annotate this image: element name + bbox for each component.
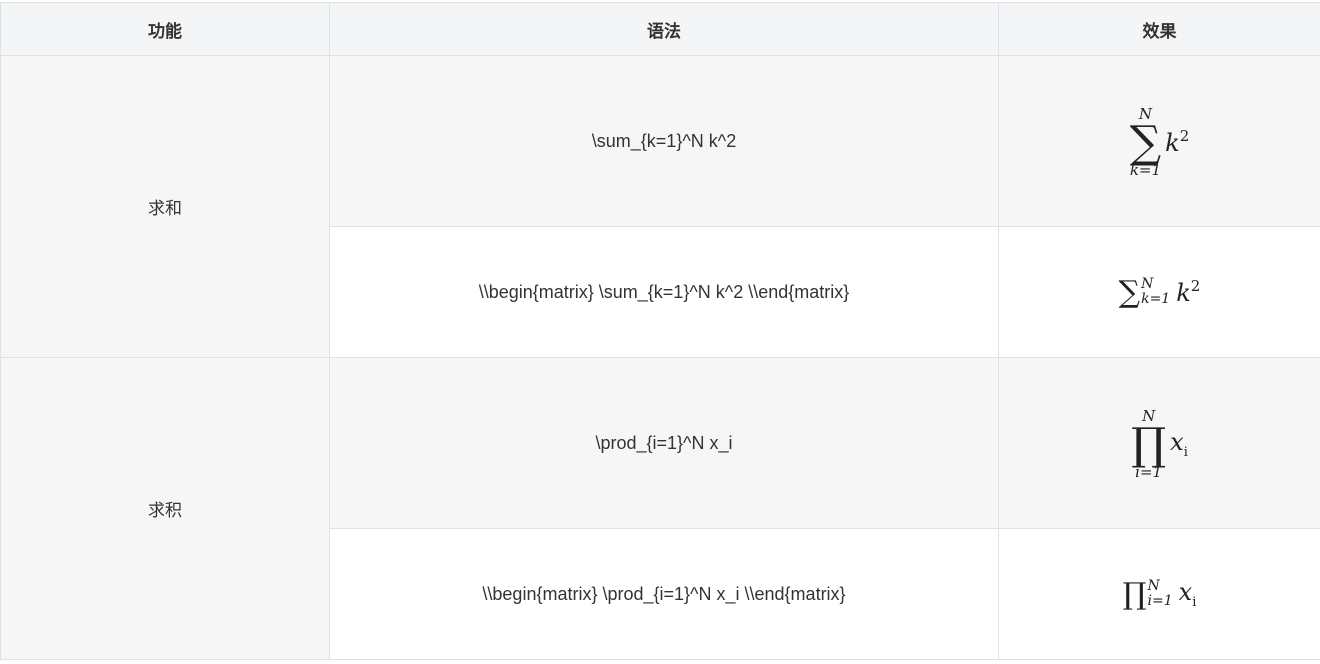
header-feature: 功能 bbox=[0, 2, 330, 56]
sum-operator: ∑ bbox=[1129, 116, 1162, 168]
subscript: i bbox=[1192, 595, 1197, 610]
limits: N i=1 bbox=[1148, 579, 1173, 608]
effect-cell: ∑ N k=1 k2 bbox=[998, 226, 1320, 358]
syntax-cell: \\begin{matrix} \prod_{i=1}^N x_i \\end{… bbox=[329, 528, 999, 660]
summand: k2 bbox=[1165, 127, 1189, 157]
inline-sum-formula: ∑ N k=1 k2 bbox=[1119, 275, 1201, 310]
syntax-cell: \\begin{matrix} \sum_{k=1}^N k^2 \\end{m… bbox=[329, 226, 999, 358]
exponent: 2 bbox=[1190, 277, 1201, 295]
table-row: 求和 \sum_{k=1}^N k^2 N ∑ k=1 k2 bbox=[0, 55, 1320, 358]
header-syntax: 语法 bbox=[329, 2, 999, 56]
inline-product-formula: ∏ N i=1 xi bbox=[1123, 577, 1197, 612]
feature-cell-sum: 求和 bbox=[0, 55, 330, 358]
product-operator: ∏ bbox=[1122, 576, 1147, 612]
subscript: i bbox=[1183, 445, 1188, 461]
table-row: 求积 \prod_{i=1}^N x_i N ∏ i=1 xi bbox=[0, 357, 1320, 660]
factor: xi bbox=[1170, 428, 1188, 460]
upper-limit: N bbox=[1141, 276, 1154, 293]
display-sum-formula: N ∑ k=1 k2 bbox=[1129, 106, 1190, 180]
summand: k2 bbox=[1176, 277, 1200, 307]
term-var: k bbox=[1165, 129, 1180, 158]
formula-table: 功能 语法 效果 求和 \sum_{k=1}^N k^2 N ∑ k=1 k2 bbox=[0, 2, 1320, 660]
factor: xi bbox=[1179, 578, 1197, 610]
lower-limit: i=1 bbox=[1147, 593, 1173, 609]
exponent: 2 bbox=[1179, 127, 1190, 146]
display-product-formula: N ∏ i=1 xi bbox=[1131, 408, 1188, 482]
upper-limit: N bbox=[1147, 578, 1160, 595]
product-operator: ∏ bbox=[1131, 418, 1167, 470]
lower-limit: k=1 bbox=[1129, 161, 1162, 180]
effect-cell: N ∑ k=1 k2 bbox=[998, 55, 1320, 227]
syntax-cell: \sum_{k=1}^N k^2 bbox=[329, 55, 999, 227]
lower-limit: k=1 bbox=[1141, 291, 1171, 307]
sum-operator: ∑ bbox=[1118, 274, 1141, 310]
effect-cell: N ∏ i=1 xi bbox=[998, 357, 1320, 529]
lower-limit: i=1 bbox=[1135, 463, 1163, 482]
limits: N k=1 bbox=[1141, 277, 1170, 306]
effect-cell: ∏ N i=1 xi bbox=[998, 528, 1320, 660]
operator-stack: N ∏ i=1 bbox=[1131, 408, 1167, 482]
term-var: k bbox=[1176, 279, 1191, 307]
syntax-cell: \prod_{i=1}^N x_i bbox=[329, 357, 999, 529]
header-row: 功能 语法 效果 bbox=[0, 2, 1320, 56]
feature-cell-product: 求积 bbox=[0, 357, 330, 660]
term-var: x bbox=[1170, 428, 1184, 457]
term-var: x bbox=[1178, 578, 1193, 606]
operator-stack: N ∑ k=1 bbox=[1129, 106, 1162, 180]
header-effect: 效果 bbox=[998, 2, 1320, 56]
